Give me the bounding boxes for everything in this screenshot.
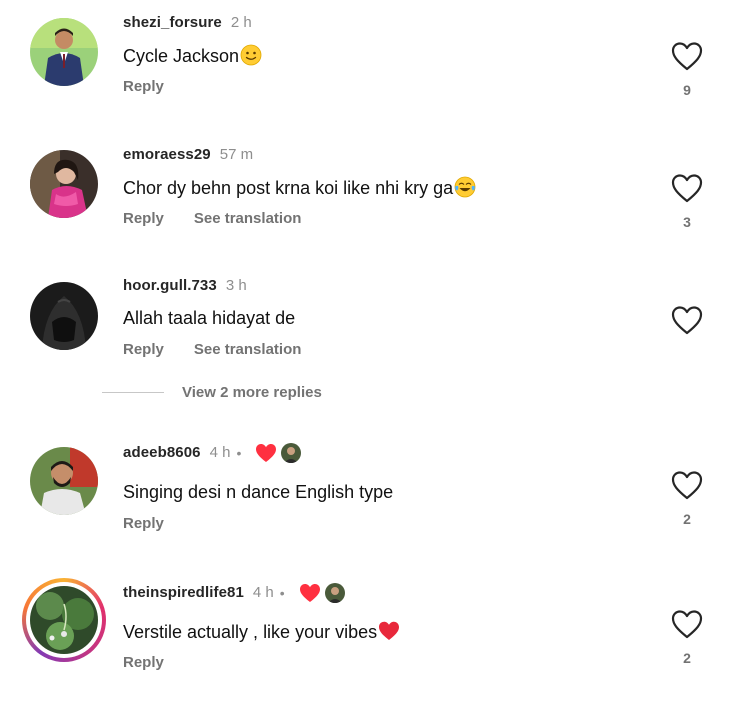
creator-liked-heart-icon bbox=[255, 443, 277, 463]
comment-text: Cycle Jackson bbox=[123, 44, 262, 67]
heart-outline-icon bbox=[671, 306, 703, 335]
like-button[interactable] bbox=[671, 609, 703, 639]
reply-button[interactable]: Reply bbox=[123, 341, 164, 359]
comment-text: Chor dy behn post krna koi like nhi kry … bbox=[123, 176, 476, 199]
creator-liked-heart-icon bbox=[299, 583, 321, 603]
timestamp: 4 h bbox=[209, 444, 231, 461]
username[interactable]: adeeb8606 bbox=[123, 444, 201, 462]
user-avatar[interactable] bbox=[30, 447, 98, 515]
heart-outline-icon bbox=[671, 42, 703, 71]
like-button[interactable] bbox=[671, 41, 703, 71]
comment-text-body: Chor dy behn post krna koi like nhi kry … bbox=[123, 178, 454, 198]
separator-dot: • bbox=[236, 445, 242, 461]
heart-outline-icon bbox=[671, 471, 703, 500]
see-translation-button[interactable]: See translation bbox=[194, 341, 302, 359]
like-count: 2 bbox=[683, 511, 691, 527]
creator-avatar-icon bbox=[324, 583, 345, 603]
comment-meta: adeeb8606 4 h • bbox=[123, 443, 302, 463]
timestamp: 57 m bbox=[219, 146, 254, 163]
story-ring-inner bbox=[26, 582, 102, 658]
view-more-replies-button[interactable]: View 2 more replies bbox=[102, 384, 322, 401]
user-avatar[interactable] bbox=[30, 282, 98, 350]
comment-actions: Reply bbox=[123, 78, 164, 96]
comment-actions: Reply See translation bbox=[123, 210, 301, 228]
comment-meta: hoor.gull.733 3 h bbox=[123, 277, 247, 295]
user-avatar-with-story-ring[interactable] bbox=[22, 578, 106, 662]
reply-button[interactable]: Reply bbox=[123, 654, 164, 672]
timestamp: 3 h bbox=[225, 277, 247, 294]
username[interactable]: theinspiredlife81 bbox=[123, 584, 244, 602]
comment-actions: Reply bbox=[123, 654, 164, 672]
timestamp: 4 h bbox=[252, 584, 274, 601]
comment-text-body: Verstile actually , like your vibes bbox=[123, 622, 378, 642]
heart-outline-icon bbox=[671, 610, 703, 639]
username[interactable]: emoraess29 bbox=[123, 146, 211, 164]
red-heart-icon bbox=[378, 620, 400, 642]
slightly-smiling-face-icon bbox=[240, 44, 262, 66]
username[interactable]: shezi_forsure bbox=[123, 14, 222, 32]
like-button[interactable] bbox=[671, 173, 703, 203]
separator-dot: • bbox=[279, 585, 285, 601]
like-count: 2 bbox=[683, 650, 691, 666]
comment-text: Singing desi n dance English type bbox=[123, 481, 393, 503]
heart-outline-icon bbox=[671, 174, 703, 203]
comment-actions: Reply See translation bbox=[123, 341, 301, 359]
view-more-replies-label: View 2 more replies bbox=[182, 384, 322, 401]
comment-text-body: Allah taala hidayat de bbox=[123, 308, 296, 328]
username[interactable]: hoor.gull.733 bbox=[123, 277, 217, 295]
reply-button[interactable]: Reply bbox=[123, 515, 164, 533]
comment-meta: shezi_forsure 2 h bbox=[123, 14, 252, 32]
like-button[interactable] bbox=[671, 305, 703, 335]
like-count: 3 bbox=[683, 214, 691, 230]
see-translation-button[interactable]: See translation bbox=[194, 210, 302, 228]
comment-text-body: Cycle Jackson bbox=[123, 46, 240, 66]
replies-divider-line bbox=[102, 392, 164, 393]
creator-avatar-icon bbox=[281, 443, 302, 463]
comment-actions: Reply bbox=[123, 515, 164, 533]
user-avatar[interactable] bbox=[30, 18, 98, 86]
like-button[interactable] bbox=[671, 470, 703, 500]
user-avatar[interactable] bbox=[30, 150, 98, 218]
reply-button[interactable]: Reply bbox=[123, 210, 164, 228]
tears-of-joy-icon bbox=[454, 176, 476, 198]
comment-text-body: Singing desi n dance English type bbox=[123, 482, 394, 502]
comment-meta: theinspiredlife81 4 h • bbox=[123, 583, 345, 603]
comment-text: Verstile actually , like your vibes bbox=[123, 620, 400, 643]
like-count: 9 bbox=[683, 82, 691, 98]
reply-button[interactable]: Reply bbox=[123, 78, 164, 96]
comment-text: Allah taala hidayat de bbox=[123, 307, 295, 329]
comment-meta: emoraess29 57 m bbox=[123, 146, 253, 164]
timestamp: 2 h bbox=[230, 14, 252, 31]
